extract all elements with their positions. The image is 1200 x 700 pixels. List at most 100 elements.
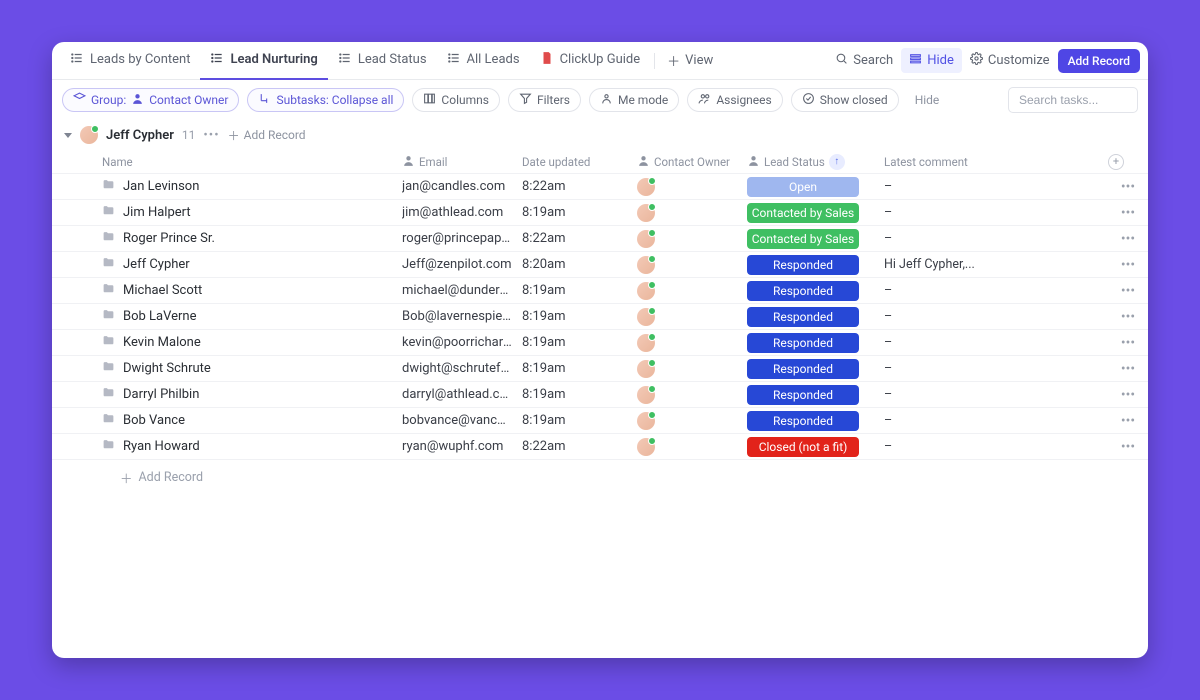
row-lead-status[interactable]: Responded [747, 333, 872, 353]
people-icon [698, 92, 711, 108]
group-owner-avatar[interactable] [80, 126, 98, 144]
group-chip[interactable]: Group: Contact Owner [62, 88, 239, 112]
add-record-button[interactable]: Add Record [1058, 49, 1140, 73]
table-row[interactable]: Michael Scottmichael@dundermi...8:19amRe… [52, 278, 1148, 304]
tab-lead-status[interactable]: Lead Status [328, 42, 437, 80]
row-owner[interactable] [637, 230, 747, 248]
tab-clickup-guide[interactable]: ClickUp Guide [530, 42, 651, 80]
row-actions-menu[interactable]: ••• [1108, 335, 1148, 351]
hide-chip[interactable]: Hide [907, 90, 948, 110]
filters-chip[interactable]: Filters [508, 88, 581, 112]
row-email: michael@dundermi... [402, 283, 522, 298]
row-lead-status[interactable]: Closed (not a fit) [747, 437, 872, 457]
row-owner[interactable] [637, 178, 747, 196]
row-actions-menu[interactable]: ••• [1108, 283, 1148, 299]
table-row[interactable]: Roger Prince Sr.roger@princepaper...8:22… [52, 226, 1148, 252]
column-header-email[interactable]: Email [402, 154, 522, 170]
row-lead-status[interactable]: Responded [747, 385, 872, 405]
columns-chip[interactable]: Columns [412, 88, 500, 112]
row-name: Dwight Schrute [123, 361, 211, 376]
row-lead-status[interactable]: Responded [747, 359, 872, 379]
row-email: roger@princepaper... [402, 231, 522, 246]
row-actions-menu[interactable]: ••• [1108, 179, 1148, 195]
row-actions-menu[interactable]: ••• [1108, 361, 1148, 377]
tab-lead-nurturing[interactable]: Lead Nurturing [200, 42, 327, 80]
tab-label: Leads by Content [90, 52, 190, 67]
table-row[interactable]: Kevin Malonekevin@poorrichard...8:19amRe… [52, 330, 1148, 356]
row-owner[interactable] [637, 334, 747, 352]
table-row[interactable]: Jim Halpertjim@athlead.com8:19amContacte… [52, 200, 1148, 226]
table-row[interactable]: Dwight Schrutedwight@schrutefar...8:19am… [52, 356, 1148, 382]
column-header-date-updated[interactable]: Date updated [522, 155, 637, 169]
row-lead-status[interactable]: Open [747, 177, 872, 197]
row-lead-status[interactable]: Responded [747, 411, 872, 431]
hide-button[interactable]: Hide [901, 48, 962, 73]
table-row[interactable]: Jeff CypherJeff@zenpilot.com8:20amRespon… [52, 252, 1148, 278]
table-row[interactable]: Jan Levinsonjan@candles.com8:22amOpen–••… [52, 174, 1148, 200]
row-actions-menu[interactable]: ••• [1108, 439, 1148, 455]
customize-button[interactable]: Customize [962, 48, 1058, 73]
row-name: Kevin Malone [123, 335, 201, 350]
group-actions-menu[interactable]: ••• [203, 128, 219, 143]
status-badge: Contacted by Sales [747, 203, 859, 223]
avatar [637, 412, 655, 430]
sort-indicator-icon[interactable]: ↑ [829, 154, 845, 170]
row-owner[interactable] [637, 438, 747, 456]
plus-icon: ＋ [667, 51, 680, 70]
search-input[interactable] [1008, 87, 1138, 113]
person-icon [600, 92, 613, 108]
row-lead-status[interactable]: Responded [747, 255, 872, 275]
row-owner[interactable] [637, 308, 747, 326]
search-button[interactable]: Search [827, 48, 901, 73]
row-actions-menu[interactable]: ••• [1108, 231, 1148, 247]
row-owner[interactable] [637, 282, 747, 300]
row-owner[interactable] [637, 386, 747, 404]
row-actions-menu[interactable]: ••• [1108, 413, 1148, 429]
view-label: View [685, 53, 713, 68]
assignees-chip[interactable]: Assignees [687, 88, 782, 112]
add-column-button[interactable]: + [1108, 154, 1148, 170]
subtasks-chip[interactable]: Subtasks: Collapse all [247, 88, 404, 112]
row-owner[interactable] [637, 256, 747, 274]
table-row[interactable]: Ryan Howardryan@wuphf.com8:22amClosed (n… [52, 434, 1148, 460]
row-lead-status[interactable]: Responded [747, 307, 872, 327]
footer-add-record[interactable]: ＋ Add Record [52, 460, 1148, 495]
row-lead-status[interactable]: Contacted by Sales [747, 203, 872, 223]
row-lead-status[interactable]: Responded [747, 281, 872, 301]
row-actions-menu[interactable]: ••• [1108, 309, 1148, 325]
tab-all-leads[interactable]: All Leads [437, 42, 530, 80]
collapse-group-icon[interactable] [64, 133, 72, 138]
column-header-lead-status[interactable]: Lead Status ↑ [747, 154, 872, 170]
column-header-name[interactable]: Name [82, 155, 402, 169]
row-actions-menu[interactable]: ••• [1108, 205, 1148, 221]
show-closed-chip[interactable]: Show closed [791, 88, 899, 112]
add-record-inline[interactable]: ＋ Add Record [228, 127, 306, 144]
row-latest-comment: – [872, 335, 1108, 350]
me-mode-chip[interactable]: Me mode [589, 88, 679, 112]
table-row[interactable]: Bob Vancebobvance@vancer...8:19amRespond… [52, 408, 1148, 434]
table-row[interactable]: Darryl Philbindarryl@athlead.com8:19amRe… [52, 382, 1148, 408]
group-owner-name: Jeff Cypher [106, 128, 174, 143]
row-date-updated: 8:19am [522, 309, 637, 324]
table-row[interactable]: Bob LaVerneBob@lavernespies...8:19amResp… [52, 304, 1148, 330]
tab-label: All Leads [467, 52, 520, 67]
row-date-updated: 8:19am [522, 335, 637, 350]
row-email: jan@candles.com [402, 179, 522, 194]
row-name: Jan Levinson [123, 179, 199, 194]
status-badge: Responded [747, 281, 859, 301]
tab-leads-by-content[interactable]: Leads by Content [60, 42, 200, 80]
row-actions-menu[interactable]: ••• [1108, 257, 1148, 273]
row-owner[interactable] [637, 204, 747, 222]
status-badge: Responded [747, 411, 859, 431]
status-badge: Closed (not a fit) [747, 437, 859, 457]
row-owner[interactable] [637, 412, 747, 430]
add-view-button[interactable]: ＋ View [659, 47, 721, 74]
column-header-latest-comment[interactable]: Latest comment [872, 155, 1108, 169]
row-actions-menu[interactable]: ••• [1108, 387, 1148, 403]
folder-icon [102, 412, 115, 429]
row-lead-status[interactable]: Contacted by Sales [747, 229, 872, 249]
avatar [637, 334, 655, 352]
row-owner[interactable] [637, 360, 747, 378]
column-header-contact-owner[interactable]: Contact Owner [637, 154, 747, 170]
row-name: Bob LaVerne [123, 309, 196, 324]
